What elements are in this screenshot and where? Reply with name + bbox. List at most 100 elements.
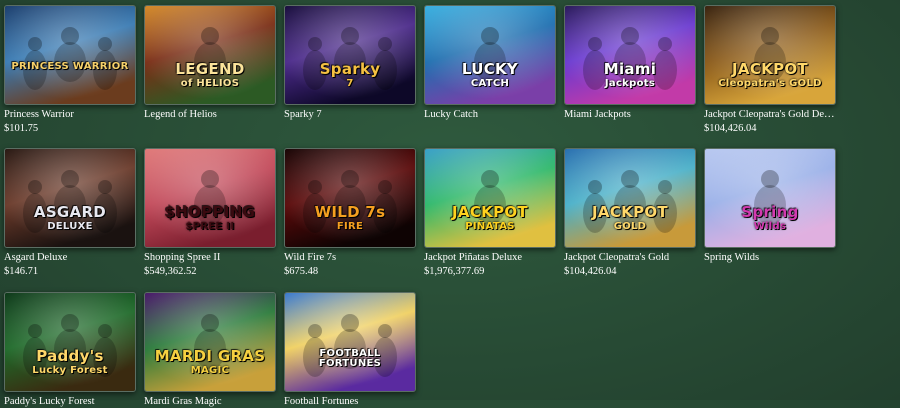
game-logo: ASGARD DELUXE <box>9 205 131 232</box>
game-logo-sub: PIÑATAS <box>465 221 515 232</box>
game-tile-paddy-s-lucky-forest[interactable]: Paddy's Lucky Forest Paddy's Lucky Forest <box>4 292 136 408</box>
game-thumbnail[interactable]: LUCKY CATCH <box>424 5 556 105</box>
game-title[interactable]: Paddy's Lucky Forest <box>4 395 136 408</box>
game-logo-main: JACKPOT <box>452 203 528 221</box>
game-thumbnail[interactable]: $HOPPING $PREE II <box>144 148 276 248</box>
game-title[interactable]: Jackpot Cleopatra's Gold Deluxe <box>704 108 836 121</box>
game-tile-lucky-catch[interactable]: LUCKY CATCH Lucky Catch <box>424 5 556 121</box>
game-thumbnail[interactable]: LEGEND of HELIOS <box>144 5 276 105</box>
game-logo: JACKPOT PIÑATAS <box>429 205 551 232</box>
game-title[interactable]: Shopping Spree II <box>144 251 276 264</box>
game-thumbnail[interactable]: ASGARD DELUXE <box>4 148 136 248</box>
game-tile-football-fortunes[interactable]: FOOTBALL FORTUNES Football Fortunes <box>284 292 416 408</box>
game-title[interactable]: Football Fortunes <box>284 395 416 408</box>
game-logo-main: Sparky <box>319 60 381 78</box>
game-artwork <box>5 6 135 104</box>
game-logo: Spring Wilds <box>709 205 831 232</box>
game-thumbnail[interactable]: PRINCESS WARRIOR <box>4 5 136 105</box>
game-logo-sub: CATCH <box>470 78 510 89</box>
game-tile-jackpot-cleopatra-s-gold[interactable]: JACKPOT GOLD Jackpot Cleopatra's Gold $104,… <box>564 148 696 278</box>
game-tile-miami-jackpots[interactable]: Miami Jackpots Miami Jackpots <box>564 5 696 121</box>
game-logo-main: $HOPPING <box>164 203 256 221</box>
game-tile-wild-fire-7s[interactable]: WILD 7s FIRE Wild Fire 7s $675.48 <box>284 148 416 278</box>
jackpot-amount: $1,976,377.69 <box>424 266 485 277</box>
game-artwork <box>565 149 695 247</box>
game-title[interactable]: Asgard Deluxe <box>4 251 136 264</box>
game-logo-main: WILD 7s <box>314 203 386 221</box>
game-title[interactable]: Legend of Helios <box>144 108 276 121</box>
game-logo-main: LEGEND <box>175 60 245 78</box>
game-logo-sub: Lucky Forest <box>32 365 108 376</box>
game-title[interactable]: Jackpot Cleopatra's Gold <box>564 251 696 264</box>
game-logo-sub: of HELIOS <box>180 78 240 89</box>
game-logo-sub: 7 <box>346 78 354 89</box>
game-logo: JACKPOT GOLD <box>569 205 691 232</box>
jackpot-amount: $675.48 <box>284 266 319 277</box>
jackpot-amount: $104,426.04 <box>564 266 617 277</box>
game-logo-main: PRINCESS WARRIOR <box>11 61 129 72</box>
game-title[interactable]: Spring Wilds <box>704 251 836 264</box>
game-thumbnail[interactable]: WILD 7s FIRE <box>284 148 416 248</box>
game-logo-sub: FIRE <box>336 221 364 232</box>
game-title[interactable]: Jackpot Piñatas Deluxe <box>424 251 556 264</box>
game-title[interactable]: Miami Jackpots <box>564 108 696 121</box>
game-title[interactable]: Sparky 7 <box>284 108 416 121</box>
game-logo-sub: GOLD <box>613 221 647 232</box>
game-logo-sub: Cleopatra's GOLD <box>718 78 822 89</box>
game-thumbnail[interactable]: Spring Wilds <box>704 148 836 248</box>
game-logo-main: Paddy's <box>36 347 104 365</box>
game-logo: FOOTBALL FORTUNES <box>289 349 411 369</box>
game-logo: LEGEND of HELIOS <box>149 62 271 89</box>
game-tile-jackpot-cleopatra-s-gold-deluxe[interactable]: JACKPOT Cleopatra's GOLD Jackpot Cleopatra… <box>704 5 836 135</box>
game-thumbnail[interactable]: MARDI GRAS MAGIC <box>144 292 276 392</box>
game-artwork <box>145 293 275 391</box>
game-logo: Sparky 7 <box>289 62 411 89</box>
jackpot-amount: $549,362.52 <box>144 266 197 277</box>
game-logo-sub: MAGIC <box>190 365 230 376</box>
game-tile-princess-warrior[interactable]: PRINCESS WARRIOR Princess Warrior $101.75 <box>4 5 136 135</box>
game-artwork <box>145 6 275 104</box>
game-logo-sub: Jackpots <box>604 78 656 89</box>
game-title[interactable]: Mardi Gras Magic <box>144 395 276 408</box>
game-tile-mardi-gras-magic[interactable]: MARDI GRAS MAGIC Mardi Gras Magic <box>144 292 276 408</box>
game-artwork <box>145 149 275 247</box>
game-thumbnail[interactable]: JACKPOT Cleopatra's GOLD <box>704 5 836 105</box>
game-logo: Miami Jackpots <box>569 62 691 89</box>
game-thumbnail[interactable]: JACKPOT GOLD <box>564 148 696 248</box>
game-logo: MARDI GRAS MAGIC <box>149 349 271 376</box>
game-logo: PRINCESS WARRIOR <box>9 62 131 72</box>
game-artwork <box>705 149 835 247</box>
game-thumbnail[interactable]: FOOTBALL FORTUNES <box>284 292 416 392</box>
game-thumbnail[interactable]: Sparky 7 <box>284 5 416 105</box>
game-tile-shopping-spree-ii[interactable]: $HOPPING $PREE II Shopping Spree II $549,36… <box>144 148 276 278</box>
game-artwork <box>425 149 555 247</box>
game-logo-main: LUCKY <box>461 60 519 78</box>
game-tile-asgard-deluxe[interactable]: ASGARD DELUXE Asgard Deluxe $146.71 <box>4 148 136 278</box>
game-logo-main: MARDI GRAS <box>154 347 266 365</box>
game-tile-sparky-7[interactable]: Sparky 7 Sparky 7 <box>284 5 416 121</box>
game-thumbnail[interactable]: JACKPOT PIÑATAS <box>424 148 556 248</box>
game-logo-main: JACKPOT <box>592 203 668 221</box>
game-title[interactable]: Wild Fire 7s <box>284 251 416 264</box>
game-title[interactable]: Lucky Catch <box>424 108 556 121</box>
game-tile-jackpot-pi-atas-deluxe[interactable]: JACKPOT PIÑATAS Jackpot Piñatas Deluxe $1,9… <box>424 148 556 278</box>
game-artwork <box>565 6 695 104</box>
game-logo-main: Miami <box>603 60 657 78</box>
game-artwork <box>705 6 835 104</box>
game-logo-sub: $PREE II <box>185 221 235 232</box>
game-logo-main: JACKPOT <box>732 60 808 78</box>
game-logo-main: ASGARD <box>33 203 107 221</box>
game-logo: LUCKY CATCH <box>429 62 551 89</box>
game-thumbnail[interactable]: Paddy's Lucky Forest <box>4 292 136 392</box>
game-thumbnail[interactable]: Miami Jackpots <box>564 5 696 105</box>
game-logo: JACKPOT Cleopatra's GOLD <box>709 62 831 89</box>
game-tile-spring-wilds[interactable]: Spring Wilds Spring Wilds <box>704 148 836 264</box>
game-logo-sub: Wilds <box>753 221 787 232</box>
game-tile-legend-of-helios[interactable]: LEGEND of HELIOS Legend of Helios <box>144 5 276 121</box>
game-logo: Paddy's Lucky Forest <box>9 349 131 376</box>
game-logo: $HOPPING $PREE II <box>149 205 271 232</box>
game-artwork <box>425 6 555 104</box>
game-logo-main: Spring <box>741 203 799 221</box>
game-title[interactable]: Princess Warrior <box>4 108 136 121</box>
game-artwork <box>5 293 135 391</box>
